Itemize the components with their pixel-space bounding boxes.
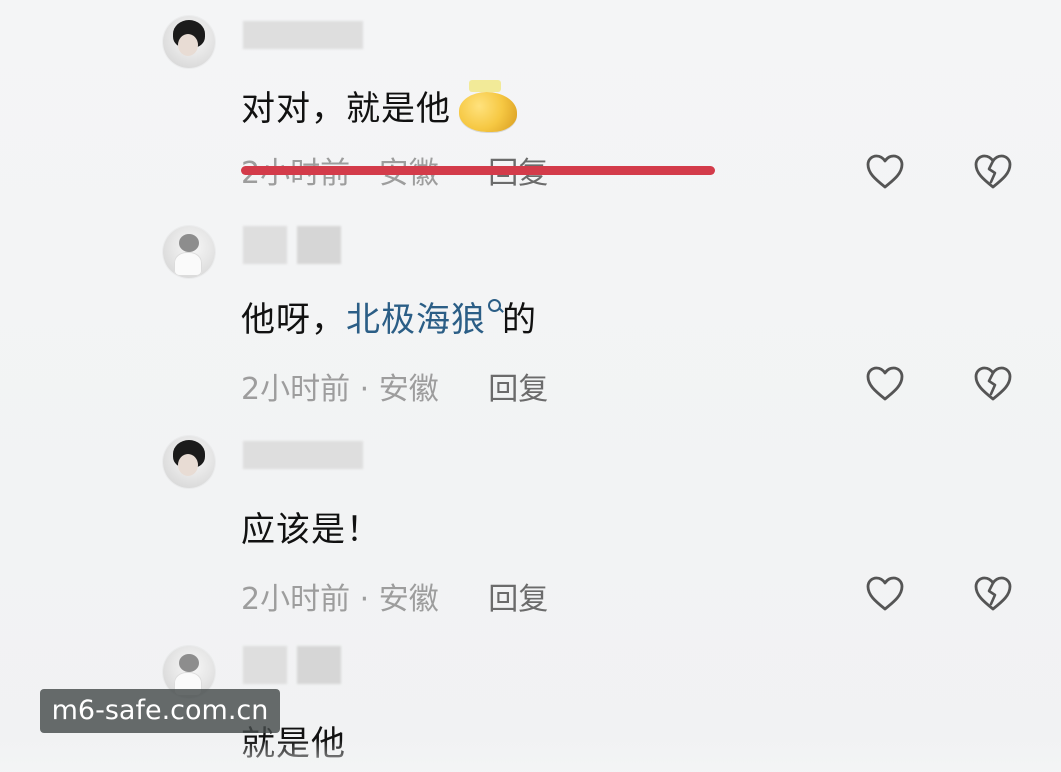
blurred-username bbox=[243, 646, 287, 684]
heart-outline-icon bbox=[866, 366, 904, 401]
comment-thread-screen: 对对，就是他 2小时前 · 安徽 回复 他呀，北极海狼的 bbox=[0, 0, 1061, 772]
red-strike-line bbox=[241, 166, 715, 175]
comment-text: 应该是！ bbox=[241, 502, 381, 551]
comment-body: 对对，就是他 bbox=[241, 89, 451, 129]
comment-text: 对对，就是他 bbox=[241, 80, 519, 134]
search-link[interactable]: 北极海狼 bbox=[346, 299, 502, 340]
username[interactable] bbox=[243, 440, 373, 470]
comment-item: 应该是！ 2小时前 · 安徽 回复 bbox=[0, 420, 1061, 630]
avatar[interactable] bbox=[163, 16, 215, 68]
avatar[interactable] bbox=[163, 226, 215, 278]
crying-face-emoji bbox=[457, 80, 519, 134]
reply-button[interactable]: 回复 bbox=[488, 582, 548, 617]
like-button[interactable] bbox=[864, 574, 906, 612]
like-button[interactable] bbox=[864, 364, 906, 402]
reply-button[interactable]: 回复 bbox=[488, 372, 548, 407]
watermark: m6-safe.com.cn bbox=[40, 689, 280, 733]
blurred-username bbox=[243, 21, 363, 49]
bottom-fade bbox=[0, 740, 1061, 772]
comment-item: 他呀，北极海狼的 2小时前 · 安徽 回复 bbox=[0, 210, 1061, 420]
like-button[interactable] bbox=[864, 152, 906, 190]
comment-body-prefix: 他呀， bbox=[241, 300, 346, 340]
heart-outline-icon bbox=[866, 576, 904, 611]
username[interactable] bbox=[243, 646, 341, 684]
comment-meta: 2小时前 · 安徽 回复 bbox=[241, 574, 548, 618]
comment-meta: 2小时前 · 安徽 回复 bbox=[241, 364, 548, 408]
blurred-username bbox=[297, 226, 341, 264]
heart-outline-icon bbox=[866, 154, 904, 189]
username[interactable] bbox=[243, 20, 373, 50]
search-icon bbox=[488, 299, 502, 313]
username[interactable] bbox=[243, 226, 341, 264]
search-link-text: 北极海狼 bbox=[346, 300, 486, 340]
blurred-username bbox=[243, 441, 363, 469]
blurred-username bbox=[243, 226, 287, 264]
broken-heart-icon bbox=[974, 366, 1012, 401]
comment-body-suffix: 的 bbox=[502, 300, 537, 340]
broken-heart-icon bbox=[974, 154, 1012, 189]
dislike-button[interactable] bbox=[972, 152, 1014, 190]
comment-time-location: 2小时前 · 安徽 bbox=[241, 372, 439, 407]
comment-item: 对对，就是他 2小时前 · 安徽 回复 bbox=[0, 0, 1061, 210]
broken-heart-icon bbox=[974, 576, 1012, 611]
avatar[interactable] bbox=[163, 436, 215, 488]
comment-time-location: 2小时前 · 安徽 bbox=[241, 582, 439, 617]
dislike-button[interactable] bbox=[972, 364, 1014, 402]
comment-body: 应该是！ bbox=[241, 510, 381, 550]
comment-text: 他呀，北极海狼的 bbox=[241, 292, 537, 341]
blurred-username bbox=[297, 646, 341, 684]
dislike-button[interactable] bbox=[972, 574, 1014, 612]
